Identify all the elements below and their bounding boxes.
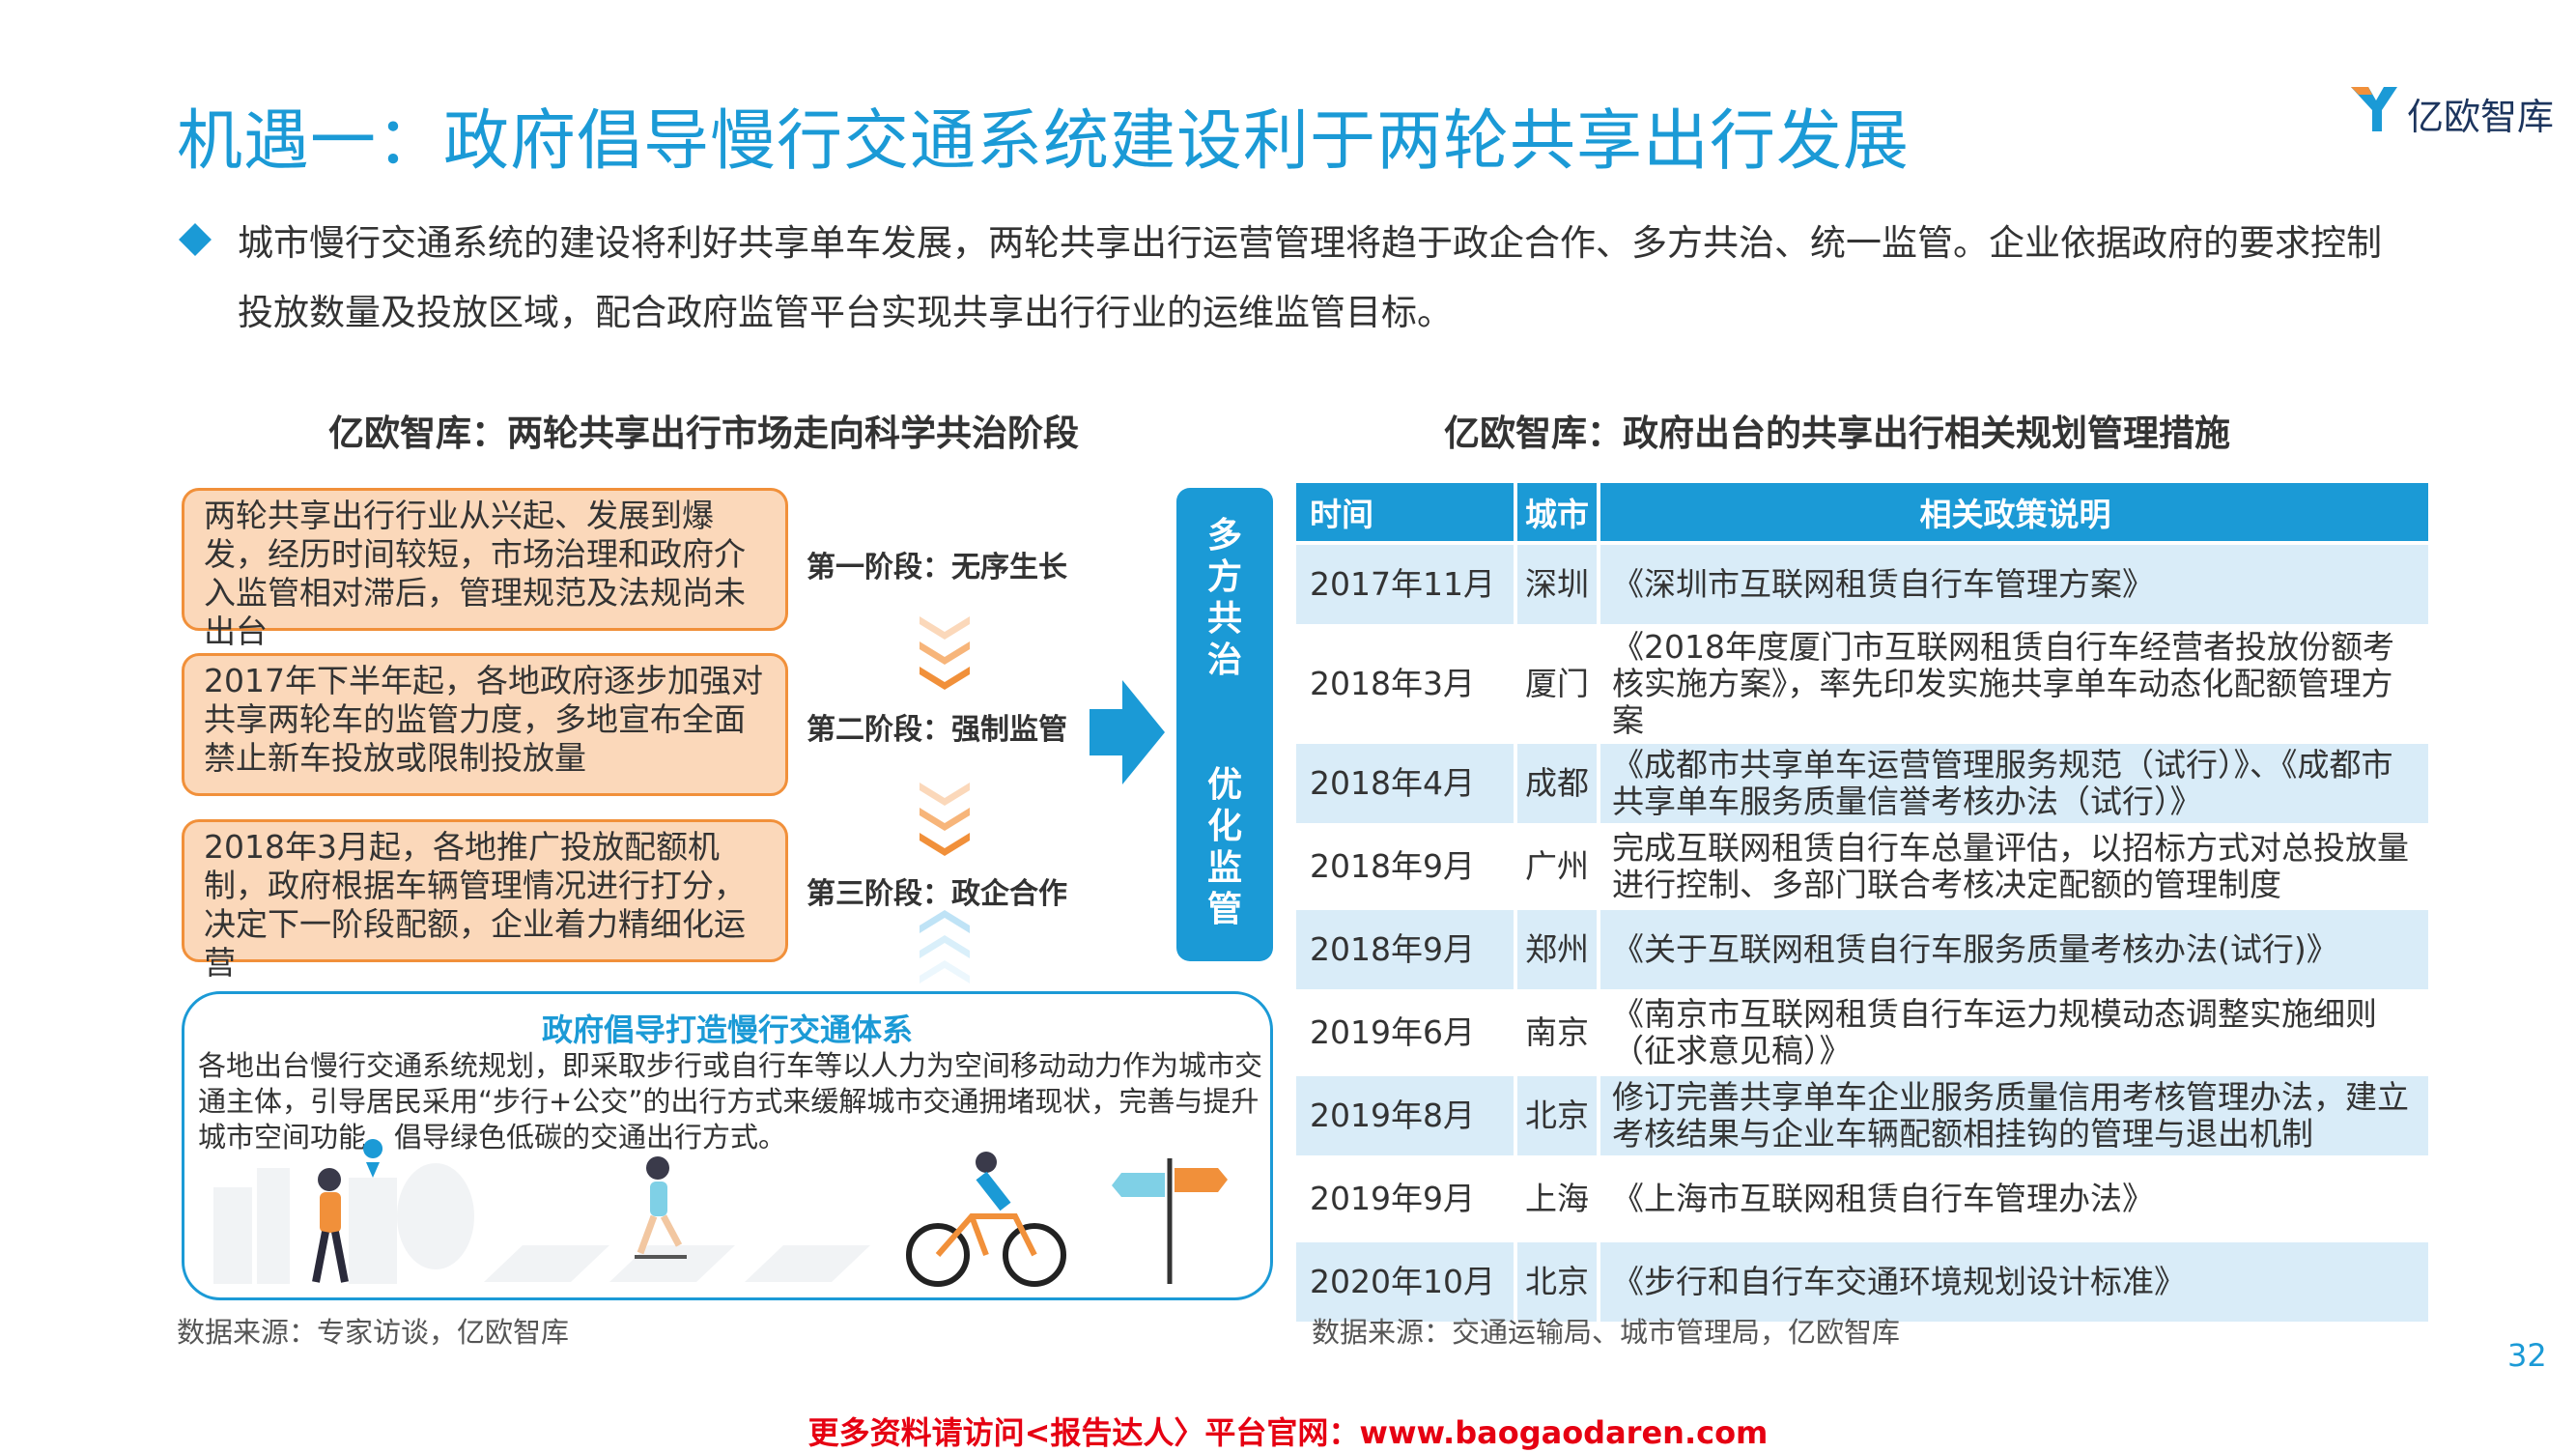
logo-mark-icon <box>2351 87 2397 131</box>
cell-time: 2018年3月 <box>1296 628 1514 740</box>
column-header-city: 城市 <box>1517 483 1597 541</box>
signpost-figure <box>1112 1158 1228 1284</box>
dual-char: 治 <box>1206 641 1242 680</box>
cell-city: 北京 <box>1517 1076 1597 1155</box>
stage-2-box: 2017年下半年起，各地政府逐步加强对共享两轮车的监管力度，多地宣布全面禁止新车… <box>182 653 788 796</box>
brand-logo: 亿欧智库 <box>2347 81 2560 139</box>
chevron-down-icon <box>920 808 970 831</box>
chevron-up-icon <box>920 910 970 933</box>
chevron-up-icon <box>920 960 970 983</box>
slow-traffic-title: 政府倡导打造慢行交通体系 <box>541 1011 913 1048</box>
dual-char: 管 <box>1206 890 1242 929</box>
logo-text: 亿欧智库 <box>2407 96 2555 138</box>
chevron-down-icon <box>920 783 970 806</box>
dual-char: 优 <box>1206 765 1242 805</box>
left-source-note: 数据来源：专家访谈，亿欧智库 <box>177 1316 570 1349</box>
arrow-right-icon <box>1090 680 1165 784</box>
left-section-heading: 亿欧智库：两轮共享出行市场走向科学共治阶段 <box>328 413 1079 454</box>
intro-paragraph: 城市慢行交通系统的建设将利好共享单车发展，两轮共享出行运营管理将趋于政企合作、多… <box>238 222 2382 333</box>
slow-traffic-box: 政府倡导打造慢行交通体系 各地出台慢行交通系统规划，即采取步行或自行车等以人力为… <box>182 991 1273 1300</box>
chevron-down-icon <box>920 833 970 856</box>
bullet-diamond-icon <box>179 223 212 256</box>
cell-policy: 《南京市互联网租赁自行车运力规模动态调整实施细则（征求意见稿）》 <box>1600 993 2428 1072</box>
jogger-figure <box>635 1156 687 1259</box>
column-header-policy: 相关政策说明 <box>1600 483 2428 541</box>
stage-1-box: 两轮共享出行行业从兴起、发展到爆发，经历时间较短，市场治理和政府介入监管相对滞后… <box>182 488 788 650</box>
chevron-down-icon <box>920 667 970 690</box>
cell-city: 厦门 <box>1517 628 1597 740</box>
table-row: 2018年4月 成都 《成都市共享单车运营管理服务规范（试行）》、《成都市共享单… <box>1296 744 2428 823</box>
footer-link[interactable]: 更多资料请访问<报告达人〉平台官网：www.baogaodaren.com <box>0 1409 2576 1453</box>
table-header-row: 时间 城市 相关政策说明 <box>1296 483 2428 541</box>
dual-char: 化 <box>1206 807 1242 846</box>
cell-policy: 《深圳市互联网租赁自行车管理方案》 <box>1600 545 2428 624</box>
cell-time: 2019年6月 <box>1296 993 1514 1072</box>
cell-time: 2018年9月 <box>1296 827 1514 906</box>
cell-time: 2019年9月 <box>1296 1159 1514 1239</box>
cell-time: 2018年4月 <box>1296 744 1514 823</box>
dual-char: 多 <box>1206 516 1242 556</box>
stage-3-label: 第三阶段：政企合作 <box>807 877 1067 911</box>
co-governance-panel: 多 方 共 治 优 化 监 管 <box>1176 488 1273 961</box>
stage-1-label: 第一阶段：无序生长 <box>807 551 1067 584</box>
cell-city: 南京 <box>1517 993 1597 1072</box>
table-row: 2019年9月 上海 《上海市互联网租赁自行车管理办法》 <box>1296 1159 2428 1239</box>
dual-char: 共 <box>1206 599 1242 639</box>
cell-city: 深圳 <box>1517 545 1597 624</box>
cell-policy: 修订完善共享单车企业服务质量信用考核管理办法，建立考核结果与企业车辆配额相挂钩的… <box>1600 1076 2428 1155</box>
table-row: 2019年6月 南京 《南京市互联网租赁自行车运力规模动态调整实施细则（征求意见… <box>1296 993 2428 1072</box>
dual-char: 监 <box>1206 848 1242 888</box>
table-row: 2017年11月 深圳 《深圳市互联网租赁自行车管理方案》 <box>1296 545 2428 624</box>
cell-policy: 《上海市互联网租赁自行车管理办法》 <box>1600 1159 2428 1239</box>
chevron-down-icon <box>920 641 970 665</box>
chevron-down-icon <box>920 616 970 640</box>
table-row: 2018年9月 郑州 《关于互联网租赁自行车服务质量考核办法(试行)》 <box>1296 910 2428 989</box>
cell-city: 郑州 <box>1517 910 1597 989</box>
cell-time: 2017年11月 <box>1296 545 1514 624</box>
page-number: 32 <box>2507 1337 2547 1374</box>
column-header-time: 时间 <box>1296 483 1514 541</box>
policy-table: 时间 城市 相关政策说明 2017年11月 深圳 《深圳市互联网租赁自行车管理方… <box>1292 479 2432 1325</box>
cell-policy: 《2018年度厦门市互联网租赁自行车经营者投放份额考核实施方案》，率先印发实施共… <box>1600 628 2428 740</box>
table-row: 2018年3月 厦门 《2018年度厦门市互联网租赁自行车经营者投放份额考核实施… <box>1296 628 2428 740</box>
cell-policy: 完成互联网租赁自行车总量评估，以招标方式对总投放量进行控制、多部门联合考核决定配… <box>1600 827 2428 906</box>
right-source-note: 数据来源：交通运输局、城市管理局，亿欧智库 <box>1312 1316 1901 1349</box>
cyclist-figure <box>906 1152 1066 1287</box>
table-row: 2019年8月 北京 修订完善共享单车企业服务质量信用考核管理办法，建立考核结果… <box>1296 1076 2428 1155</box>
slow-traffic-illustration <box>213 1139 1228 1287</box>
cell-city: 广州 <box>1517 827 1597 906</box>
dual-char: 方 <box>1206 557 1242 597</box>
cell-policy: 《成都市共享单车运营管理服务规范（试行）》、《成都市共享单车服务质量信誉考核办法… <box>1600 744 2428 823</box>
cell-time: 2018年9月 <box>1296 910 1514 989</box>
chevron-up-icon <box>920 935 970 958</box>
table-row: 2018年9月 广州 完成互联网租赁自行车总量评估，以招标方式对总投放量进行控制… <box>1296 827 2428 906</box>
page-title: 机遇一：政府倡导慢行交通系统建设利于两轮共享出行发展 <box>177 103 1911 180</box>
stage-3-box: 2018年3月起，各地推广投放配额机制，政府根据车辆管理情况进行打分，决定下一阶… <box>182 819 788 982</box>
cell-policy: 《关于互联网租赁自行车服务质量考核办法(试行)》 <box>1600 910 2428 989</box>
cell-time: 2019年8月 <box>1296 1076 1514 1155</box>
stage-2-label: 第二阶段：强制监管 <box>807 713 1067 747</box>
cell-city: 上海 <box>1517 1159 1597 1239</box>
cell-city: 成都 <box>1517 744 1597 823</box>
right-section-heading: 亿欧智库：政府出台的共享出行相关规划管理措施 <box>1444 413 2230 454</box>
